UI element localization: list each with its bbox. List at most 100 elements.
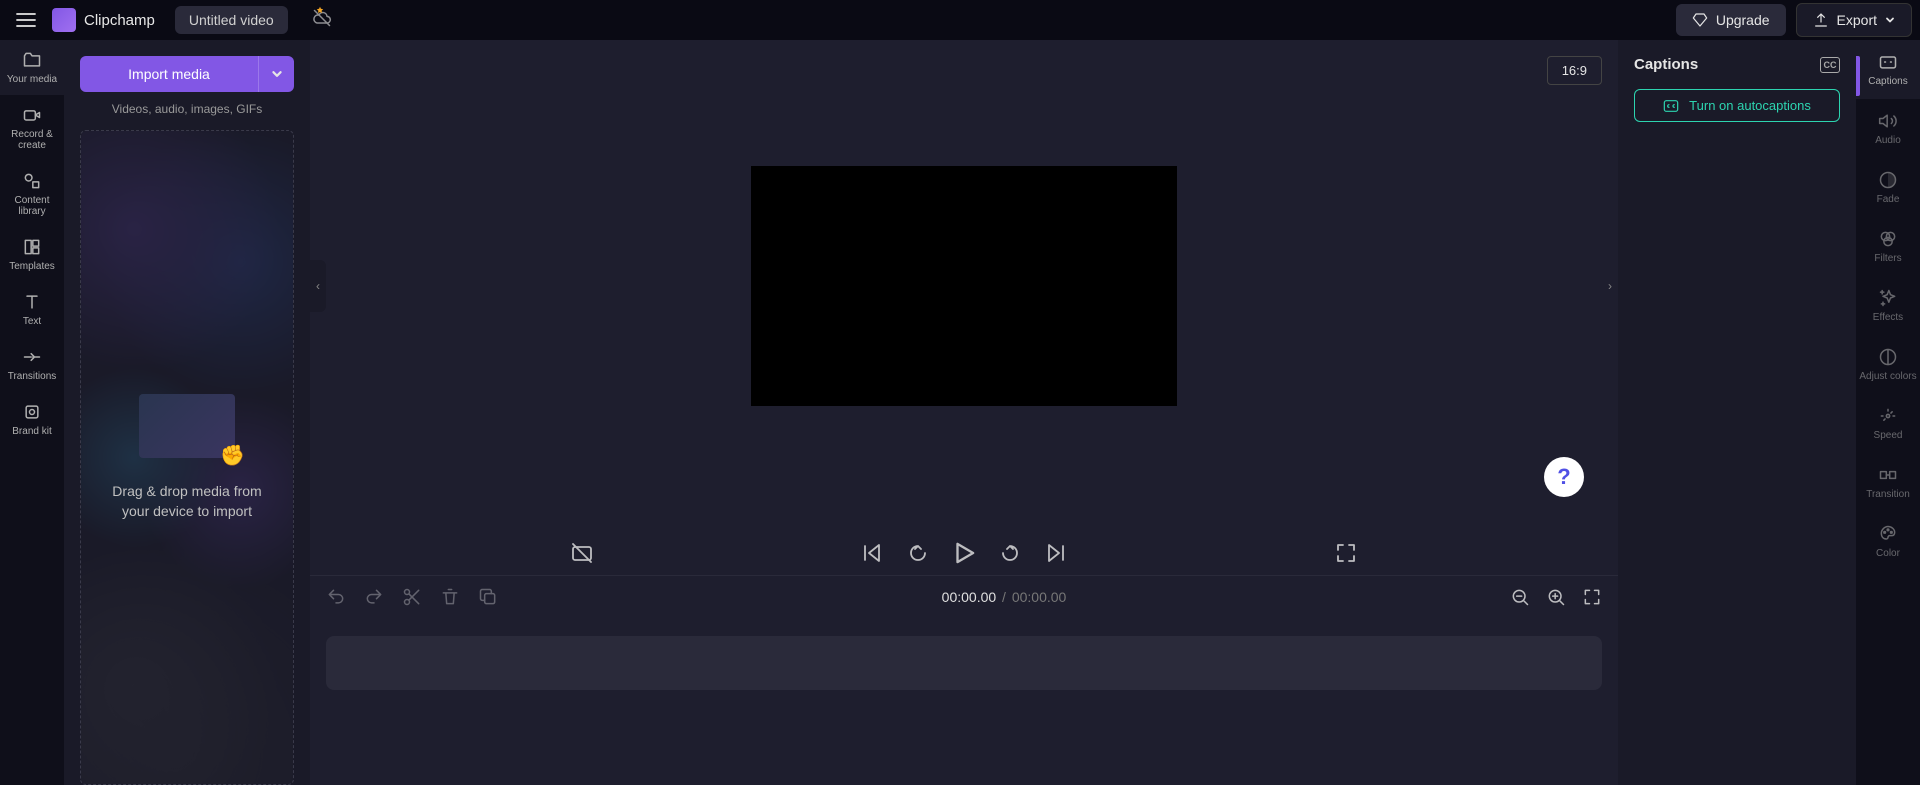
dropzone-text: Drag & drop media from your device to im…: [101, 482, 273, 521]
delete-button[interactable]: [440, 587, 460, 607]
autocaptions-button[interactable]: Turn on autocaptions: [1634, 89, 1840, 122]
prop-item-label: Effects: [1873, 312, 1903, 323]
app-name: Clipchamp: [84, 12, 155, 29]
active-indicator: [1856, 56, 1860, 96]
folder-icon: [22, 50, 42, 70]
zoom-in-button[interactable]: [1546, 587, 1566, 607]
sidebar-item-brand-kit[interactable]: Brand kit: [0, 392, 64, 447]
sidebar-item-your-media[interactable]: Your media: [0, 40, 64, 95]
forward-icon: [998, 541, 1022, 565]
current-time: 00:00.00: [942, 589, 997, 605]
sidebar-item-content-library[interactable]: Content library: [0, 161, 64, 227]
import-media-dropdown[interactable]: [258, 56, 294, 92]
stage-area: ‹ 16:9 ? ›: [310, 40, 1618, 785]
captions-toggle-button[interactable]: [570, 541, 594, 565]
media-panel: Import media Videos, audio, images, GIFs…: [64, 40, 310, 785]
header: Clipchamp Untitled video Upgrade Export: [0, 0, 1920, 40]
play-button[interactable]: [948, 537, 979, 568]
aspect-ratio-button[interactable]: 16:9: [1547, 56, 1602, 85]
stage: ‹ 16:9 ? ›: [310, 40, 1618, 531]
rewind-button[interactable]: [906, 541, 930, 565]
video-canvas[interactable]: [751, 166, 1177, 406]
captions-panel: Captions CC Turn on autocaptions: [1618, 40, 1856, 785]
cc-icon: [1878, 52, 1898, 72]
filters-icon: [1878, 229, 1898, 249]
sync-status[interactable]: [300, 8, 332, 33]
prop-item-label: Transition: [1866, 489, 1910, 500]
fade-icon: [1878, 170, 1898, 190]
zoom-out-icon: [1510, 587, 1530, 607]
skip-forward-icon: [1044, 541, 1068, 565]
adjust-icon: [1878, 347, 1898, 367]
zoom-fit-icon: [1582, 587, 1602, 607]
hamburger-icon: [16, 12, 36, 28]
media-dropzone[interactable]: ✊ Drag & drop media from your device to …: [80, 130, 294, 785]
text-icon: [22, 292, 42, 312]
grab-hand-icon: ✊: [220, 443, 245, 468]
sidebar-item-text[interactable]: Text: [0, 282, 64, 337]
prop-item-audio[interactable]: Audio: [1856, 99, 1920, 158]
sidebar-item-record[interactable]: Record & create: [0, 95, 64, 161]
zoom-fit-button[interactable]: [1582, 587, 1602, 607]
prop-item-color[interactable]: Color: [1856, 512, 1920, 571]
left-sidebar: Your media Record & create Content libra…: [0, 40, 64, 785]
menu-button[interactable]: [8, 2, 44, 38]
camera-icon: [22, 105, 42, 125]
split-button[interactable]: [402, 587, 422, 607]
audio-icon: [1878, 111, 1898, 131]
prop-item-captions[interactable]: Captions: [1856, 40, 1920, 99]
export-button[interactable]: Export: [1796, 3, 1912, 37]
skip-forward-button[interactable]: [1044, 541, 1068, 565]
timeline-timecode: 00:00.00 / 00:00.00: [516, 589, 1492, 605]
sidebar-item-label: Brand kit: [12, 426, 51, 437]
captions-off-icon: [570, 541, 594, 565]
app-logo: [52, 8, 76, 32]
help-button[interactable]: ?: [1544, 457, 1584, 497]
prop-item-adjust-colors[interactable]: Adjust colors: [1856, 335, 1920, 394]
forward-button[interactable]: [998, 541, 1022, 565]
import-hint: Videos, audio, images, GIFs: [80, 102, 294, 116]
captions-panel-header: Captions CC: [1634, 56, 1840, 73]
skip-back-button[interactable]: [860, 541, 884, 565]
effects-icon: [1878, 288, 1898, 308]
prop-item-effects[interactable]: Effects: [1856, 276, 1920, 335]
video-title-button[interactable]: Untitled video: [175, 6, 288, 34]
collapse-left-panel-handle[interactable]: ‹: [310, 260, 326, 312]
undo-icon: [326, 587, 346, 607]
export-icon: [1813, 12, 1829, 28]
copy-icon: [478, 587, 498, 607]
timeline-track[interactable]: [326, 636, 1602, 690]
sidebar-item-label: Your media: [7, 74, 57, 85]
timeline-tracks[interactable]: [310, 618, 1618, 785]
prop-item-fade[interactable]: Fade: [1856, 158, 1920, 217]
prop-item-label: Speed: [1874, 430, 1903, 441]
rewind-icon: [906, 541, 930, 565]
time-separator: /: [1002, 589, 1006, 605]
sidebar-item-transitions[interactable]: Transitions: [0, 337, 64, 392]
prop-item-filters[interactable]: Filters: [1856, 217, 1920, 276]
fullscreen-button[interactable]: [1334, 541, 1358, 565]
speed-icon: [1878, 406, 1898, 426]
sidebar-item-label: Templates: [9, 261, 55, 272]
fullscreen-icon: [1334, 541, 1358, 565]
prop-item-label: Adjust colors: [1859, 371, 1916, 382]
sidebar-item-templates[interactable]: Templates: [0, 227, 64, 282]
chevron-down-icon: [271, 68, 283, 80]
total-time: 00:00.00: [1012, 589, 1067, 605]
diamond-icon: [1692, 12, 1708, 28]
import-media-button[interactable]: Import media: [80, 56, 258, 92]
redo-button[interactable]: [364, 587, 384, 607]
export-label: Export: [1837, 12, 1877, 28]
undo-button[interactable]: [326, 587, 346, 607]
timeline: 00:00.00 / 00:00.00: [310, 575, 1618, 785]
upgrade-button[interactable]: Upgrade: [1676, 4, 1786, 36]
prop-item-speed[interactable]: Speed: [1856, 394, 1920, 453]
skip-back-icon: [860, 541, 884, 565]
premium-badge-icon: [316, 6, 324, 14]
sidebar-item-label: Text: [23, 316, 41, 327]
collapse-right-panel-handle[interactable]: ›: [1602, 260, 1618, 312]
prop-item-label: Audio: [1875, 135, 1901, 146]
duplicate-button[interactable]: [478, 587, 498, 607]
zoom-out-button[interactable]: [1510, 587, 1530, 607]
prop-item-transition[interactable]: Transition: [1856, 453, 1920, 512]
